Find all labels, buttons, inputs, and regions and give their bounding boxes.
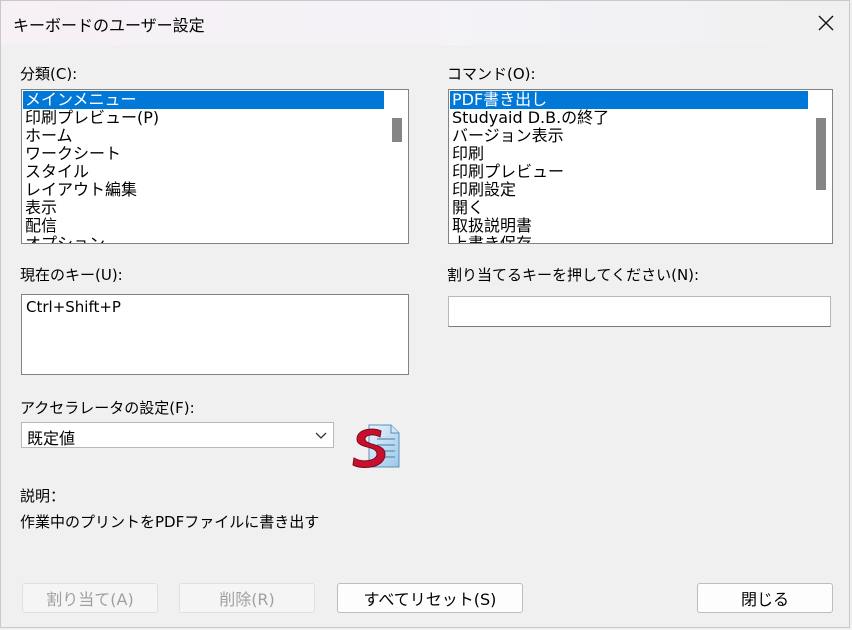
categories-scroll-thumb[interactable]	[392, 118, 402, 142]
accelerator-selected-value: 既定値	[27, 429, 76, 448]
current-keys-box[interactable]: Ctrl+Shift+P	[21, 294, 409, 375]
delete-button[interactable]: 削除(R)	[179, 583, 315, 613]
command-list-item[interactable]: 印刷プレビュー	[450, 163, 808, 181]
category-list-item[interactable]: 表示	[23, 199, 384, 217]
category-list-item[interactable]: メインメニュー	[23, 91, 384, 109]
command-list-item[interactable]: PDF書き出し	[450, 91, 808, 109]
command-list-item[interactable]: バージョン表示	[450, 127, 808, 145]
accelerator-label: アクセラレータの設定(F):	[20, 399, 195, 417]
commands-scrollbar[interactable]	[810, 90, 832, 243]
commands-listbox[interactable]: PDF書き出し Studyaid D.B.の終了 バージョン表示 印刷 印刷プレビュー印…	[448, 89, 833, 244]
command-list-item[interactable]: 開く	[450, 199, 808, 217]
assign-button[interactable]: 割り当て(A)	[22, 583, 158, 613]
categories-scrollbar[interactable]	[386, 90, 408, 243]
category-list-item[interactable]: 配信	[23, 217, 384, 235]
categories-label: 分類(C):	[20, 65, 78, 83]
commands-label: コマンド(O):	[447, 65, 536, 83]
chevron-down-icon	[315, 432, 327, 439]
command-list-item[interactable]: 取扱説明書	[450, 217, 808, 235]
close-button[interactable]: 閉じる	[697, 583, 833, 613]
category-list-item[interactable]: スタイル	[23, 163, 384, 181]
command-list-item[interactable]: 印刷	[450, 145, 808, 163]
reset-all-button[interactable]: すべてリセット(S)	[337, 583, 523, 613]
categories-listbox[interactable]: メインメニュー 印刷プレビュー(P) ホーム ワークシート スタイル レイアウト編集 表示配…	[21, 89, 409, 244]
new-key-input[interactable]	[448, 296, 831, 327]
new-key-label: 割り当てるキーを押してください(N):	[447, 266, 700, 284]
accelerator-select[interactable]: 既定値	[21, 422, 334, 448]
command-list-item[interactable]: 上書き保存	[450, 235, 808, 244]
command-list-item[interactable]: Studyaid D.B.の終了	[450, 109, 808, 127]
category-list-item[interactable]: ホーム	[23, 127, 384, 145]
command-list-item[interactable]: 印刷設定	[450, 181, 808, 199]
close-window-button[interactable]	[803, 1, 849, 45]
category-list-item[interactable]: 印刷プレビュー(P)	[23, 109, 384, 127]
description-text: 作業中のプリントをPDFファイルに書き出す	[20, 513, 320, 531]
description-label: 説明：	[20, 487, 66, 505]
title-bar: キーボードのユーザー設定	[1, 1, 849, 45]
window-title: キーボードのユーザー設定	[13, 16, 205, 35]
close-icon	[818, 15, 834, 31]
keyboard-settings-dialog: キーボードのユーザー設定 分類(C): メインメニュー 印刷プレビュー(P) ホーム…	[0, 0, 850, 628]
category-list-item[interactable]: オプション	[23, 235, 384, 244]
studyaid-logo-icon	[352, 424, 400, 468]
current-key-value: Ctrl+Shift+P	[26, 298, 121, 316]
category-list-item[interactable]: レイアウト編集	[23, 181, 384, 199]
current-keys-label: 現在のキー(U):	[20, 266, 123, 284]
commands-scroll-thumb[interactable]	[816, 118, 826, 190]
category-list-item[interactable]: ワークシート	[23, 145, 384, 163]
